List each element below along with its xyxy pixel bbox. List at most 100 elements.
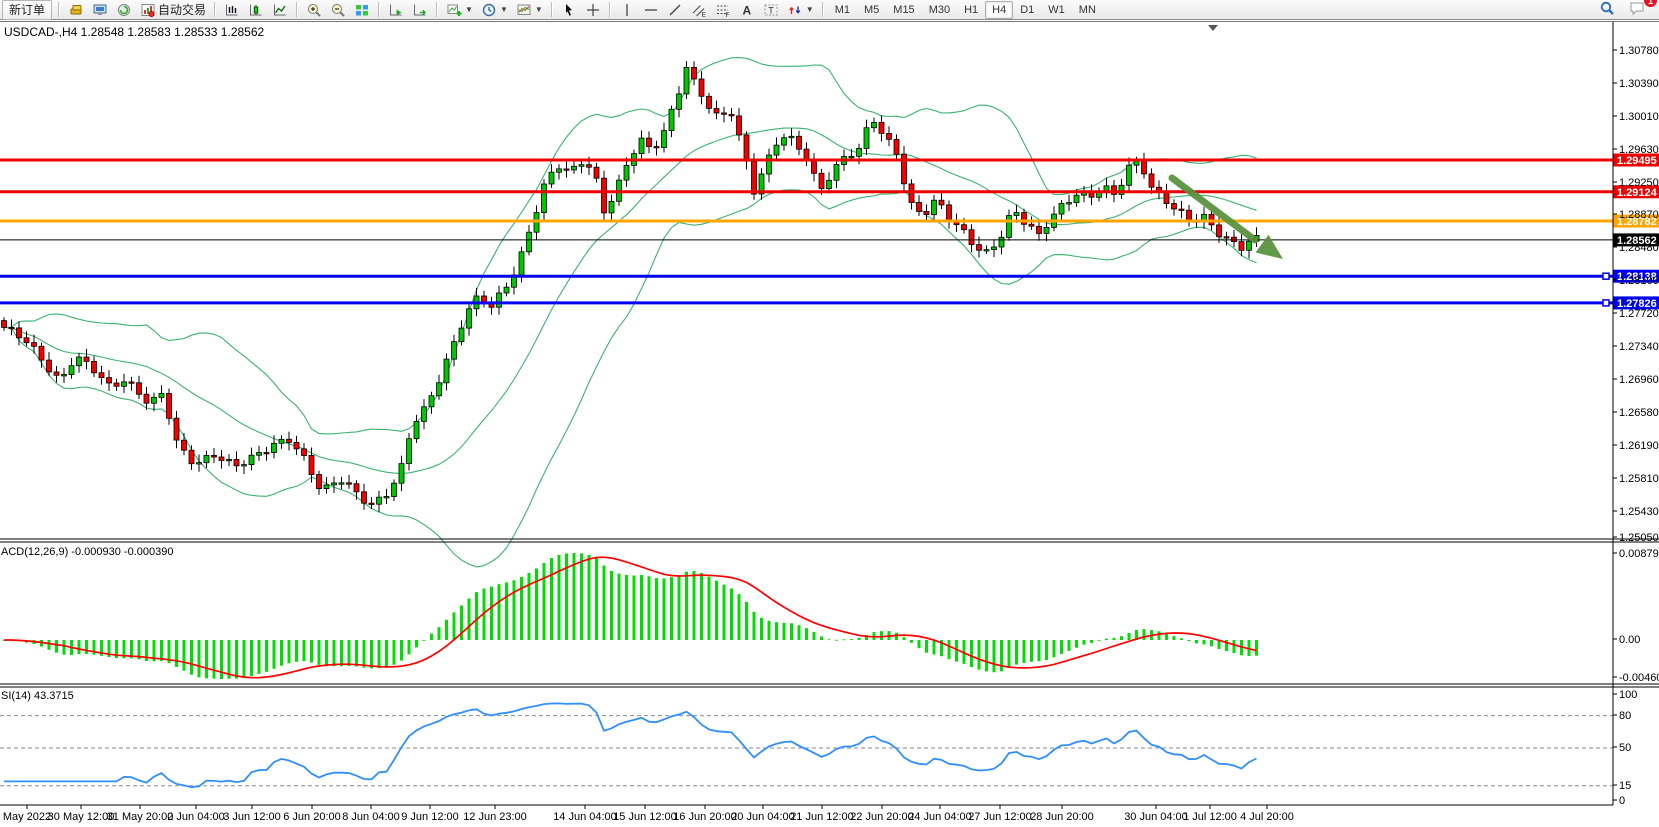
zoom-in-button[interactable] — [302, 0, 326, 20]
dropdown-caret-icon[interactable]: ▼ — [465, 5, 473, 14]
dropdown-caret-icon[interactable]: ▼ — [535, 5, 543, 14]
time-tick-label: 21 Jun 12:00 — [790, 811, 854, 823]
crosshair-icon — [585, 2, 601, 18]
bollinger-middle-band — [4, 128, 1257, 474]
terminal-button[interactable] — [88, 0, 112, 20]
candle — [287, 439, 292, 442]
candle — [812, 161, 817, 174]
toolbar-separator — [214, 2, 216, 17]
text-label-button[interactable]: T — [759, 0, 783, 20]
timeframe-m30-button[interactable]: M30 — [922, 1, 957, 19]
candle — [452, 342, 457, 360]
dropdown-caret-icon[interactable]: ▼ — [500, 5, 508, 14]
bars-chart-button[interactable] — [220, 0, 244, 20]
cursor-button[interactable] — [557, 0, 581, 20]
rsi-tick-label: 15 — [1619, 780, 1631, 792]
line-chart-button[interactable] — [268, 0, 292, 20]
candle — [1007, 216, 1012, 238]
candle — [204, 455, 209, 462]
macd-indicator-label: ACD(12,26,9) -0.000930 -0.000390 — [1, 546, 173, 558]
trend-line-icon — [667, 2, 683, 18]
candle — [714, 109, 719, 114]
timeframe-h4-button[interactable]: H4 — [985, 1, 1013, 19]
shift-marker-icon — [1208, 25, 1218, 31]
candle — [377, 497, 382, 504]
templates-button[interactable]: ▼ — [512, 0, 547, 20]
horizontal-line-button[interactable] — [639, 0, 663, 20]
candle — [564, 169, 569, 170]
candle — [1142, 161, 1147, 174]
level-marker — [1603, 273, 1609, 279]
new-order-button[interactable]: 新订单 — [2, 0, 52, 20]
bars-chart-icon — [224, 2, 240, 18]
equidistant-channel-button[interactable]: E — [687, 0, 711, 20]
arrows-button[interactable]: ▼ — [783, 0, 818, 20]
candle — [114, 383, 119, 386]
dropdown-caret-icon[interactable]: ▼ — [806, 5, 814, 14]
trend-line-button[interactable] — [663, 0, 687, 20]
time-tick-label: 28 Jun 20:00 — [1030, 811, 1094, 823]
candle — [729, 114, 734, 116]
candle-chart-button[interactable] — [244, 0, 268, 20]
price-tick-label: 1.28870 — [1619, 209, 1659, 221]
chart-shift-icon — [412, 2, 428, 18]
toolbar-separator — [296, 2, 298, 17]
market-watch-button[interactable] — [64, 0, 88, 20]
timeframe-m15-button[interactable]: M15 — [886, 1, 921, 19]
horizontal-line-icon — [643, 2, 659, 18]
candle — [504, 287, 509, 293]
candle — [99, 373, 104, 378]
level-marker — [1603, 300, 1609, 306]
rsi-indicator-label: SI(14) 43.3715 — [1, 690, 74, 702]
candle — [459, 328, 464, 342]
sound-button[interactable] — [112, 0, 136, 20]
candle — [219, 457, 224, 461]
indicators-button[interactable]: ▼ — [442, 0, 477, 20]
vertical-line-button[interactable] — [615, 0, 639, 20]
search-button[interactable] — [1595, 0, 1619, 18]
auto-scroll-button[interactable] — [384, 0, 408, 20]
autotrading-button[interactable]: 自动交易 — [136, 0, 210, 20]
timeframe-mn-button[interactable]: MN — [1072, 1, 1103, 19]
periods-clock-button[interactable]: ▼ — [477, 0, 512, 20]
text-button[interactable]: A — [735, 0, 759, 20]
timeframe-w1-button[interactable]: W1 — [1041, 1, 1072, 19]
candle — [242, 465, 247, 466]
time-tick-label: 22 Jun 20:00 — [850, 811, 914, 823]
candle — [692, 67, 697, 79]
candle — [774, 145, 779, 155]
candle — [699, 79, 704, 96]
text-icon: A — [739, 2, 755, 18]
sound-icon — [116, 2, 132, 18]
candle — [354, 484, 359, 492]
timeframe-m5-button[interactable]: M5 — [857, 1, 886, 19]
tile-windows-button[interactable] — [350, 0, 374, 20]
candle — [332, 483, 337, 485]
time-tick-label: 12 Jun 23:00 — [463, 811, 527, 823]
candle — [1217, 225, 1222, 237]
chart-canvas[interactable]: 1.294951.291241.287821.285621.281381.278… — [0, 0, 1659, 827]
timeframe-h1-button[interactable]: H1 — [957, 1, 985, 19]
candle — [677, 94, 682, 109]
candle — [917, 203, 922, 212]
candle — [294, 442, 299, 449]
candle — [654, 147, 659, 148]
candle — [1037, 226, 1042, 233]
price-tick-label: 1.30390 — [1619, 78, 1659, 90]
candle — [227, 459, 232, 460]
zoom-out-button[interactable] — [326, 0, 350, 20]
candle — [782, 138, 787, 145]
candle — [647, 138, 652, 146]
candle — [924, 212, 929, 215]
candle — [602, 178, 607, 213]
price-tick-label: 1.26960 — [1619, 374, 1659, 386]
chart-shift-button[interactable] — [408, 0, 432, 20]
candle — [212, 455, 217, 457]
candle — [1067, 203, 1072, 204]
market-watch-icon — [68, 2, 84, 18]
fibonacci-button[interactable]: F — [711, 0, 735, 20]
crosshair-button[interactable] — [581, 0, 605, 20]
chart-area[interactable]: 1.294951.291241.287821.285621.281381.278… — [0, 0, 1659, 827]
timeframe-m1-button[interactable]: M1 — [828, 1, 857, 19]
timeframe-d1-button[interactable]: D1 — [1013, 1, 1041, 19]
